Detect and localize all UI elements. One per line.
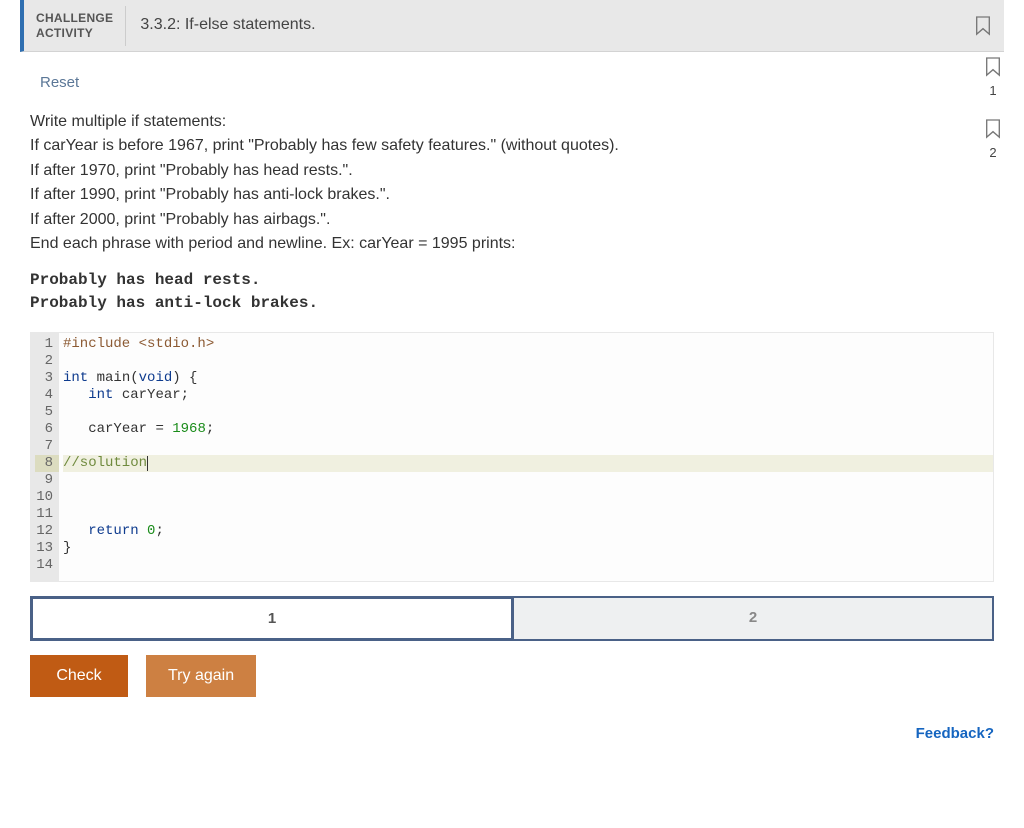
prompt-line: End each phrase with period and newline.… bbox=[30, 233, 994, 255]
tok-number: 0 bbox=[147, 523, 155, 539]
line-number: 3 bbox=[45, 370, 53, 386]
line-number: 11 bbox=[36, 506, 53, 522]
tok-header: <stdio.h> bbox=[139, 336, 215, 352]
line-number: 10 bbox=[36, 489, 53, 505]
status-badge-1: 1 bbox=[984, 56, 1002, 100]
line-number: 14 bbox=[36, 557, 53, 573]
reset-link[interactable]: Reset bbox=[40, 72, 79, 93]
line-number: 13 bbox=[36, 540, 53, 556]
check-button[interactable]: Check bbox=[30, 655, 128, 697]
line-gutter: 1 2 3 4 5 6 7 8 9 10 11 12 13 14 bbox=[31, 333, 59, 581]
prompt-line: If after 2000, print "Probably has airba… bbox=[30, 209, 994, 231]
prompt-line: If after 1990, print "Probably has anti-… bbox=[30, 184, 994, 206]
line-number: 7 bbox=[45, 438, 53, 454]
line-number: 5 bbox=[45, 404, 53, 420]
tok-type: int bbox=[88, 387, 113, 403]
step-tabs: 1 2 bbox=[30, 596, 994, 641]
line-number: 8 bbox=[35, 455, 59, 472]
activity-type-line2: ACTIVITY bbox=[36, 26, 113, 41]
bookmark-icon bbox=[984, 56, 1002, 78]
line-number: 9 bbox=[45, 472, 53, 488]
text-cursor bbox=[147, 456, 148, 471]
try-again-button[interactable]: Try again bbox=[146, 655, 256, 697]
activity-container: CHALLENGE ACTIVITY 3.3.2: If-else statem… bbox=[0, 0, 1024, 764]
tok-ident: carYear bbox=[122, 387, 181, 403]
status-badge-2: 2 bbox=[984, 118, 1002, 162]
example-output: Probably has head rests. Probably has an… bbox=[30, 269, 994, 314]
tok-type: void bbox=[139, 370, 173, 386]
tok-preproc: #include bbox=[63, 336, 130, 352]
bookmark-icon bbox=[974, 15, 992, 37]
status-badge-label: 1 bbox=[989, 82, 996, 100]
bookmark-button[interactable] bbox=[974, 15, 992, 37]
line-number: 2 bbox=[45, 353, 53, 369]
tok-number: 1968 bbox=[172, 421, 206, 437]
tok-ident: carYear bbox=[88, 421, 147, 437]
tok-op: = bbox=[155, 421, 163, 437]
feedback-link[interactable]: Feedback? bbox=[916, 725, 994, 742]
bookmark-icon bbox=[984, 118, 1002, 140]
activity-body: 1 2 Reset Write multiple if statements: … bbox=[20, 64, 1004, 744]
tok-comment: //solution bbox=[63, 455, 147, 471]
prompt-line: If after 1970, print "Probably has head … bbox=[30, 160, 994, 182]
code-editor[interactable]: 1 2 3 4 5 6 7 8 9 10 11 12 13 14 #includ… bbox=[30, 332, 994, 582]
activity-title: 3.3.2: If-else statements. bbox=[126, 14, 329, 36]
activity-type-label: CHALLENGE ACTIVITY bbox=[24, 6, 126, 46]
step-tab-2[interactable]: 2 bbox=[514, 596, 994, 641]
prompt-line: Write multiple if statements: bbox=[30, 111, 994, 133]
line-number: 12 bbox=[36, 523, 53, 539]
line-number: 1 bbox=[45, 336, 53, 352]
tok-type: int bbox=[63, 370, 88, 386]
status-badges: 1 2 bbox=[984, 56, 1002, 162]
code-area[interactable]: #include <stdio.h> int main(void) { int … bbox=[59, 333, 993, 581]
tok-ident: main bbox=[97, 370, 131, 386]
line-number: 4 bbox=[45, 387, 53, 403]
activity-header: CHALLENGE ACTIVITY 3.3.2: If-else statem… bbox=[20, 0, 1004, 52]
step-tab-1[interactable]: 1 bbox=[30, 596, 514, 641]
action-buttons: Check Try again bbox=[30, 655, 994, 697]
prompt-line: If carYear is before 1967, print "Probab… bbox=[30, 135, 994, 157]
status-badge-label: 2 bbox=[989, 144, 996, 162]
line-number: 6 bbox=[45, 421, 53, 437]
activity-type-line1: CHALLENGE bbox=[36, 11, 113, 26]
prompt-text: Write multiple if statements: If carYear… bbox=[30, 111, 994, 255]
feedback-row: Feedback? bbox=[30, 723, 994, 744]
tok-keyword: return bbox=[88, 523, 138, 539]
